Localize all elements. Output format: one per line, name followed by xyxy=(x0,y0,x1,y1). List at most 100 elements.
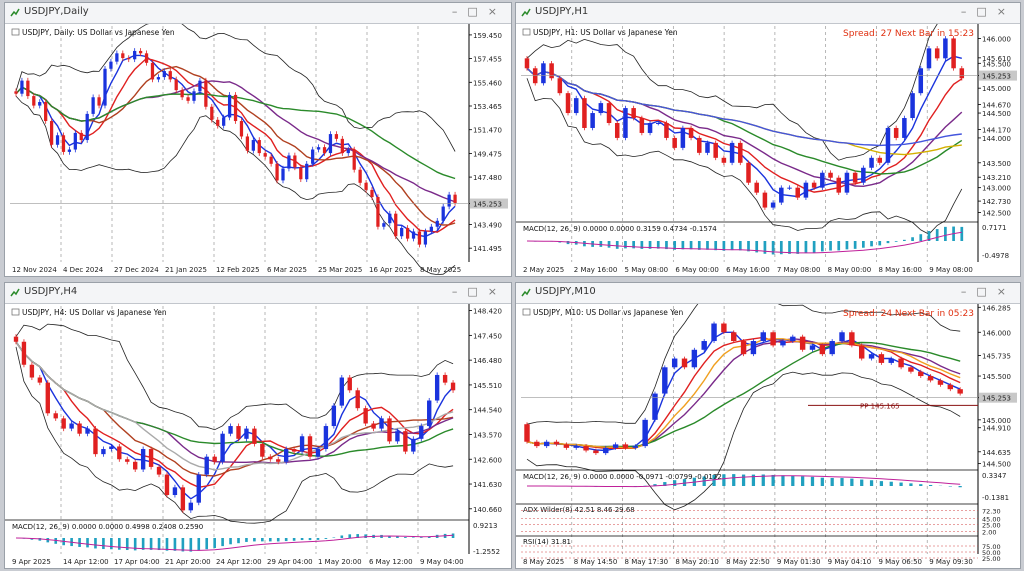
rsi-level-label: 25.00 xyxy=(982,555,1001,563)
date-label: 6 May 00:00 xyxy=(675,266,719,274)
candle-body xyxy=(738,142,743,163)
candle-body xyxy=(109,61,113,69)
daily-chart[interactable]: 159.450 157.455 155.460 153.465 151.470 149.4… xyxy=(5,24,511,276)
candle-body xyxy=(417,231,422,245)
candle-body xyxy=(573,98,579,114)
candle-body xyxy=(868,354,875,359)
window-title: USDJPY,H1 xyxy=(535,6,589,17)
date-label: 14 Apr 12:00 xyxy=(63,558,109,566)
candle-body xyxy=(322,147,327,154)
candle-body xyxy=(395,431,400,442)
window-controls[interactable]: –□× xyxy=(961,285,1016,298)
window-title: USDJPY,M10 xyxy=(535,286,596,297)
pivot-label: PP 145.165 xyxy=(860,402,900,410)
candle-body xyxy=(647,123,653,133)
candle-body xyxy=(127,58,131,60)
macd-label: MACD(12, 26, 9) 0.0000 0.0000 -0.0971 -0… xyxy=(523,473,722,481)
window-title: USDJPY,Daily xyxy=(24,6,89,17)
window-controls[interactable]: –□× xyxy=(452,285,507,298)
candle-body xyxy=(729,142,735,163)
candle-body xyxy=(943,38,948,59)
candle-body xyxy=(291,449,297,452)
price-label: 143.500 xyxy=(982,160,1011,168)
candle-body xyxy=(918,371,924,377)
candle-body xyxy=(125,459,130,462)
candle-body xyxy=(877,157,883,163)
candle-body xyxy=(721,323,727,333)
candle-body xyxy=(885,127,891,163)
candle-body xyxy=(839,332,845,342)
window-h4[interactable]: USDJPY,H4 –□× 148.420 147.450 146.480 145.5… xyxy=(4,282,512,569)
candle-body xyxy=(355,390,360,409)
candle-body xyxy=(447,194,451,207)
candle-body xyxy=(849,332,855,346)
candle-body xyxy=(79,132,83,141)
macd-level-label: 0.9213 xyxy=(473,522,498,530)
price-label: 143.490 xyxy=(473,221,502,229)
candle-body xyxy=(133,461,138,470)
window-h1[interactable]: USDJPY,H1 –□× 146.000 145.610 145.500 145.2… xyxy=(515,2,1021,277)
candle-body xyxy=(121,53,125,59)
date-label: 9 May 09:30 xyxy=(929,558,973,566)
window-title-bar[interactable]: USDJPY,Daily –□× xyxy=(5,3,511,24)
candle-body xyxy=(672,137,677,148)
date-label: 9 May 01:30 xyxy=(777,558,821,566)
candle-body xyxy=(239,121,244,137)
window-title-bar[interactable]: USDJPY,H4 –□× xyxy=(5,283,511,304)
price-label: 144.635 xyxy=(982,449,1011,457)
candle-body xyxy=(450,382,456,391)
price-label: 142.730 xyxy=(982,198,1011,206)
candle-body xyxy=(926,48,932,69)
candle-body xyxy=(691,349,698,368)
candle-body xyxy=(795,187,800,198)
price-label: 147.480 xyxy=(473,174,502,182)
h4-chart[interactable]: 148.420 147.450 146.480 145.510 144.540 143.5… xyxy=(5,304,511,568)
window-daily[interactable]: USDJPY,Daily –□× 159.450 157.455 155.460 15… xyxy=(4,2,512,277)
spread-label: Spread: 24 Next Bar in 05:23 xyxy=(843,309,974,319)
window-title-bar[interactable]: USDJPY,M10 –□× xyxy=(516,283,1020,304)
candle-body xyxy=(115,53,119,62)
candle-body xyxy=(861,167,866,183)
candle-body xyxy=(172,487,178,496)
date-label: 2 May 16:00 xyxy=(574,266,618,274)
candle-body xyxy=(553,441,560,445)
date-label: 1 May 20:00 xyxy=(318,558,362,566)
date-label: 8 May 22:50 xyxy=(726,558,770,566)
h1-chart[interactable]: 146.000145.610145.500145.253145.000144.6… xyxy=(516,24,1020,276)
window-controls[interactable]: –□× xyxy=(452,5,507,18)
candle-body xyxy=(828,172,833,178)
date-label: 9 May 04:00 xyxy=(420,558,464,566)
candle-body xyxy=(740,341,747,355)
candle-body xyxy=(524,58,530,69)
candle-body xyxy=(829,341,835,355)
candle-body xyxy=(642,419,648,447)
price-label: 145.253 xyxy=(982,73,1011,81)
candle-body xyxy=(779,187,784,203)
candle-body xyxy=(299,167,303,180)
candle-body xyxy=(363,408,368,424)
candle-body xyxy=(323,426,329,450)
candle-body xyxy=(269,156,273,164)
candle-body xyxy=(750,341,757,355)
price-label: 145.000 xyxy=(982,85,1011,93)
price-label: 146.000 xyxy=(982,329,1011,337)
candle-body xyxy=(705,142,710,153)
date-label: 8 May 2025 xyxy=(420,266,461,274)
candle-body xyxy=(614,123,620,138)
candle-body xyxy=(442,374,448,383)
candle-body xyxy=(196,474,201,503)
date-label: 17 Apr 04:00 xyxy=(114,558,160,566)
candle-body xyxy=(21,341,27,365)
candle-body xyxy=(632,446,638,448)
candle-body xyxy=(352,149,356,170)
window-controls[interactable]: –□× xyxy=(961,5,1016,18)
m10-chart[interactable]: 146.285 146.000 145.735 145.500 145.253 145.0… xyxy=(516,304,1020,568)
candle-body xyxy=(387,418,392,442)
window-m10[interactable]: USDJPY,M10 –□× 146.285 146.000 145.735 145.… xyxy=(515,282,1021,569)
date-label: 8 May 2025 xyxy=(523,558,564,566)
candle-body xyxy=(204,456,209,475)
candle-body xyxy=(400,227,404,237)
candle-body xyxy=(328,134,333,154)
candle-body xyxy=(937,380,944,385)
window-title-bar[interactable]: USDJPY,H1 –□× xyxy=(516,3,1020,24)
